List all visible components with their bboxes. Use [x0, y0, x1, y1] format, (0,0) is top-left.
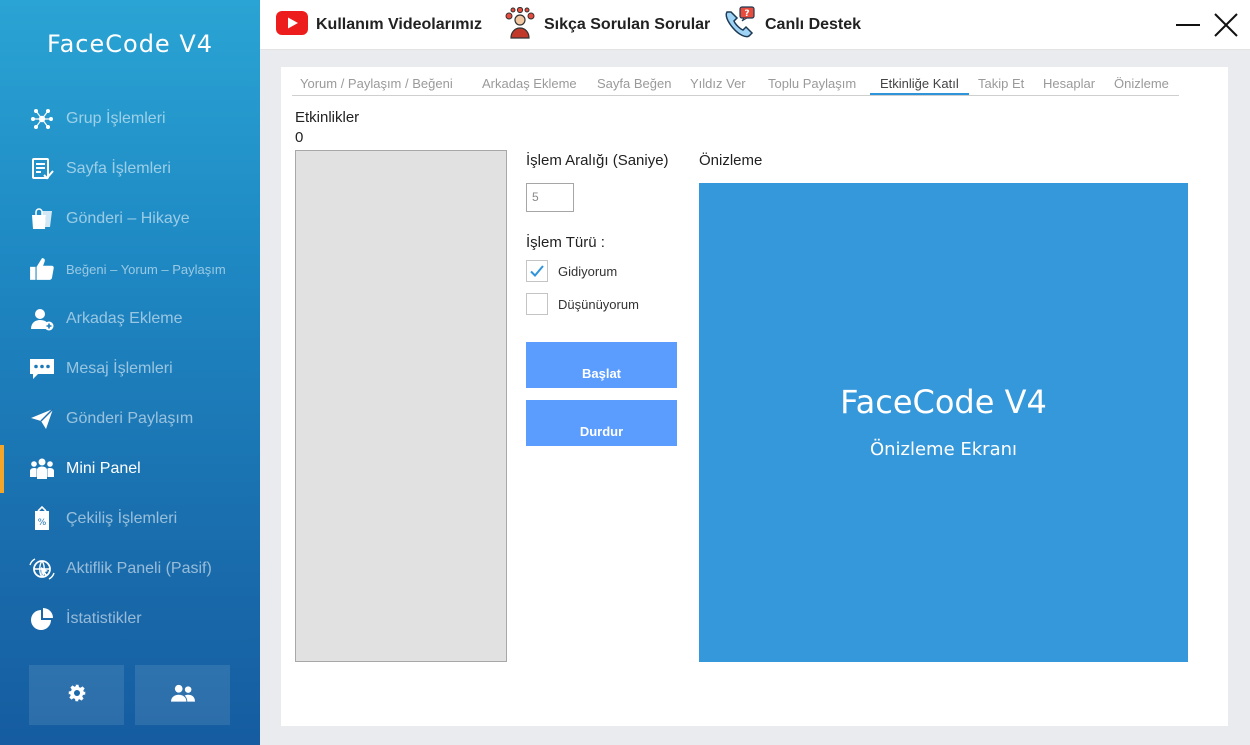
svg-text:%: %	[38, 518, 47, 528]
sidebar-item-mesaj-islemleri[interactable]: Mesaj İşlemleri	[0, 345, 260, 393]
checkbox[interactable]	[526, 260, 548, 282]
app-brand: FaceCode V4	[46, 30, 214, 58]
sidebar-item-label: Gönderi – Hikaye	[66, 210, 190, 227]
sidebar-item-label: Mesaj İşlemleri	[66, 360, 173, 377]
events-title: Etkinlikler	[295, 109, 360, 126]
faq-link[interactable]: Sıkça Sorulan Sorular	[504, 6, 711, 43]
phone-support-icon: ?	[723, 6, 757, 44]
users-icon	[29, 456, 55, 482]
tab-toplu-paylasim[interactable]: Toplu Paylaşım	[768, 76, 856, 91]
option-dusunuyorum[interactable]: Düşünüyorum	[526, 293, 639, 315]
sidebar-item-grup-islemleri[interactable]: Grup İşlemleri	[0, 95, 260, 143]
network-icon	[29, 106, 55, 132]
check-icon	[530, 265, 544, 277]
sidebar-item-begeni-yorum-paylasim[interactable]: Beğeni – Yorum – Paylaşım	[0, 245, 260, 293]
events-count: 0	[295, 129, 304, 146]
chat-icon	[29, 356, 55, 382]
sidebar-item-label: Gönderi Paylaşım	[66, 410, 194, 427]
option-gidiyorum[interactable]: Gidiyorum	[526, 260, 617, 282]
thumbs-up-icon	[29, 256, 55, 282]
tab-etkinlige-katil[interactable]: Etkinliğe Katıl	[870, 76, 969, 95]
preview-title: FaceCode V4	[840, 383, 1047, 421]
faq-label: Sıkça Sorulan Sorular	[544, 16, 711, 33]
events-list[interactable]	[295, 150, 507, 662]
pie-chart-icon	[29, 606, 55, 632]
tutorial-videos-link[interactable]: Kullanım Videolarımız	[276, 8, 482, 42]
price-tag-icon: %	[29, 506, 55, 532]
sidebar-item-sayfa-islemleri[interactable]: Sayfa İşlemleri	[0, 145, 260, 193]
sidebar-item-label: Aktiflik Paneli (Pasif)	[66, 560, 212, 577]
tab-yorum-paylasim-begeni[interactable]: Yorum / Paylaşım / Beğeni	[300, 76, 453, 91]
bag-icon	[29, 206, 55, 232]
sidebar-item-label: Çekiliş İşlemleri	[66, 510, 178, 527]
gear-icon	[68, 684, 86, 706]
interval-label: İşlem Aralığı (Saniye)	[526, 152, 669, 169]
globe-cursor-icon	[29, 556, 55, 582]
sidebar-item-istatistikler[interactable]: İstatistikler	[0, 595, 260, 643]
tutorial-videos-label: Kullanım Videolarımız	[316, 16, 482, 33]
live-support-link[interactable]: ? Canlı Destek	[723, 6, 862, 44]
preview-label: Önizleme	[699, 152, 763, 169]
user-group-icon	[170, 684, 195, 706]
close-button[interactable]	[1211, 10, 1241, 40]
tab-bar: Yorum / Paylaşım / Beğeni Arkadaş Ekleme…	[292, 76, 1179, 96]
preview-screen: FaceCode V4 Önizleme Ekranı	[699, 183, 1188, 662]
start-button[interactable]: Başlat	[526, 342, 677, 388]
paper-plane-icon	[29, 406, 55, 432]
faq-person-icon	[504, 6, 536, 43]
option-label: Gidiyorum	[558, 263, 618, 279]
tab-onizleme[interactable]: Önizleme	[1114, 76, 1169, 91]
add-friend-icon	[29, 306, 55, 332]
sidebar-item-label: Beğeni – Yorum – Paylaşım	[66, 261, 226, 277]
accounts-button[interactable]	[135, 665, 230, 725]
sidebar-item-cekilis-islemleri[interactable]: % Çekiliş İşlemleri	[0, 495, 260, 543]
tab-hesaplar[interactable]: Hesaplar	[1043, 76, 1095, 91]
main-panel: Yorum / Paylaşım / Beğeni Arkadaş Ekleme…	[281, 67, 1228, 726]
minimize-icon	[1173, 24, 1203, 44]
sidebar-item-label: İstatistikler	[66, 610, 142, 627]
stop-button[interactable]: Durdur	[526, 400, 677, 446]
sidebar-item-gonderi-paylasim[interactable]: Gönderi Paylaşım	[0, 395, 260, 443]
preview-subtitle: Önizleme Ekranı	[869, 439, 1018, 460]
youtube-icon	[276, 11, 308, 39]
live-support-label: Canlı Destek	[765, 16, 862, 33]
document-icon	[29, 156, 55, 182]
tab-takip-et[interactable]: Takip Et	[978, 76, 1024, 91]
minimize-button[interactable]	[1173, 10, 1203, 40]
settings-button[interactable]	[29, 665, 124, 725]
sidebar-item-label: Sayfa İşlemleri	[66, 160, 171, 177]
tab-yildiz-ver[interactable]: Yıldız Ver	[690, 76, 746, 91]
top-bar: Kullanım Videolarımız Sıkça Sorulan Soru…	[260, 0, 1250, 50]
sidebar-item-label: Mini Panel	[66, 460, 141, 477]
sidebar: FaceCode V4 Grup İşlemleri Sayfa İşlemle…	[0, 0, 260, 745]
sidebar-item-arkadas-ekleme[interactable]: Arkadaş Ekleme	[0, 295, 260, 343]
tab-arkadas-ekleme[interactable]: Arkadaş Ekleme	[482, 76, 577, 91]
sidebar-item-mini-panel[interactable]: Mini Panel	[0, 445, 260, 493]
tab-sayfa-begen[interactable]: Sayfa Beğen	[597, 76, 671, 91]
svg-text:?: ?	[744, 9, 749, 19]
close-icon	[1211, 13, 1241, 44]
sidebar-item-label: Arkadaş Ekleme	[66, 310, 183, 327]
option-label: Düşünüyorum	[558, 296, 639, 312]
checkbox[interactable]	[526, 293, 548, 315]
interval-input[interactable]: 5	[526, 183, 574, 212]
sidebar-item-gonderi-hikaye[interactable]: Gönderi – Hikaye	[0, 195, 260, 243]
type-label: İşlem Türü :	[526, 234, 605, 251]
sidebar-item-label: Grup İşlemleri	[66, 110, 166, 127]
sidebar-item-aktiflik-paneli[interactable]: Aktiflik Paneli (Pasif)	[0, 545, 260, 593]
